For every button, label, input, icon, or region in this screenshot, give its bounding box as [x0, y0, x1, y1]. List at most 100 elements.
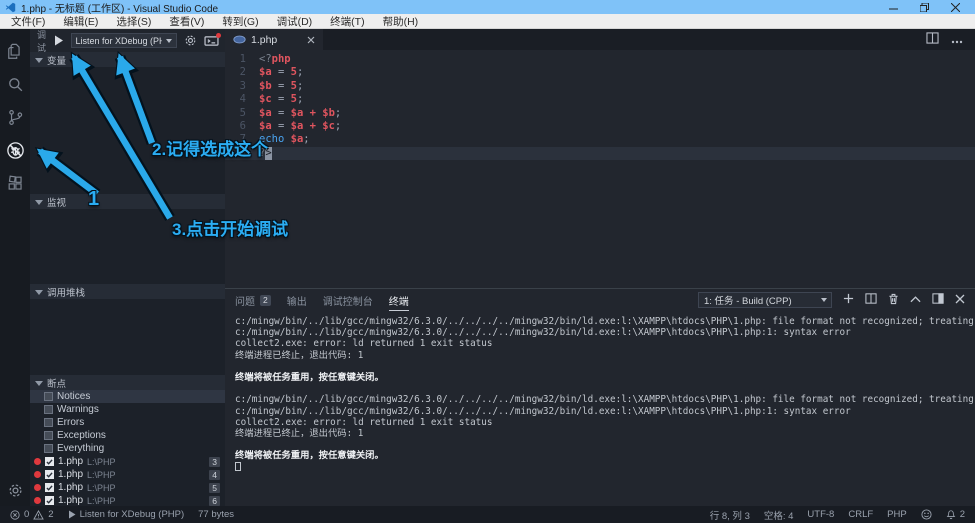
cursor-position-status[interactable]: 行 8, 列 3 [710, 508, 750, 522]
code-token: $a [291, 120, 304, 133]
php-file-icon [233, 35, 246, 44]
breakpoint-file-row[interactable]: 1.phpL:\PHP6 [30, 494, 225, 506]
breakpoint-global-row[interactable]: Exceptions [30, 429, 225, 442]
breakpoint-file-row[interactable]: 1.phpL:\PHP5 [30, 481, 225, 494]
section-breakpoints[interactable]: 断点 [30, 375, 225, 390]
checkbox-checked[interactable] [45, 470, 54, 479]
debug-status-label: Listen for XDebug (PHP) [80, 509, 185, 520]
problems-status[interactable]: 0 2 [10, 509, 54, 520]
code-token: = [272, 80, 291, 93]
panel-tab-输出[interactable]: 输出 [287, 289, 307, 311]
line-number: 5 [225, 107, 259, 120]
section-call-stack[interactable]: 调用堆栈 [30, 284, 225, 299]
terminal-output[interactable]: c:/mingw/bin/../lib/gcc/mingw32/6.3.0/..… [225, 311, 975, 506]
extensions-icon[interactable] [0, 167, 30, 200]
panel-position-icon[interactable] [932, 293, 944, 307]
editor-tab-bar: 1.php [225, 29, 975, 50]
panel-tab-label: 输出 [287, 292, 307, 308]
panel-tab-问题[interactable]: 问题2 [235, 289, 271, 311]
checkbox-checked[interactable] [45, 496, 54, 505]
menu-item[interactable]: 选择(S) [107, 14, 160, 29]
encoding-status[interactable]: UTF-8 [807, 509, 834, 520]
configure-gear-icon[interactable] [184, 34, 197, 47]
checkbox-unchecked[interactable] [44, 418, 53, 427]
menu-item[interactable]: 终端(T) [321, 14, 373, 29]
terminal-line: c:/mingw/bin/../lib/gcc/mingw32/6.3.0/..… [235, 406, 975, 417]
language-status[interactable]: PHP [887, 509, 907, 520]
code-line[interactable]: 4$c = 5; [225, 93, 975, 106]
more-actions-icon[interactable] [951, 31, 963, 49]
code-line[interactable]: 6$a = $a + $c; [225, 120, 975, 133]
checkbox-unchecked[interactable] [44, 431, 53, 440]
manage-gear-icon[interactable] [0, 482, 30, 499]
breakpoint-dot-icon [34, 458, 41, 465]
terminal-dropdown[interactable]: 1: 任务 - Build (CPP) [698, 292, 832, 308]
code-editor[interactable]: 1<?php2$a = 5;3$b = 5;4$c = 5;5$a = $a +… [225, 50, 975, 288]
code-line[interactable]: 2$a = 5; [225, 66, 975, 79]
indentation-status[interactable]: 空格: 4 [764, 508, 794, 522]
code-line[interactable]: 7echo $a; [225, 133, 975, 146]
breakpoint-global-row[interactable]: Warnings [30, 403, 225, 416]
close-panel-icon[interactable] [955, 294, 965, 307]
debug-console-icon[interactable] [204, 35, 219, 47]
code-line[interactable]: 8?> [225, 147, 975, 160]
checkbox-unchecked[interactable] [44, 392, 53, 401]
menu-item[interactable]: 文件(F) [2, 14, 54, 29]
section-variables[interactable]: 变量 [30, 52, 225, 67]
code-token: $c [259, 93, 272, 106]
terminal-line [235, 361, 975, 372]
section-watch[interactable]: 监视 [30, 194, 225, 209]
minimize-button[interactable] [889, 3, 898, 12]
code-line[interactable]: 1<?php [225, 53, 975, 66]
code-line[interactable]: 5$a = $a + $b; [225, 107, 975, 120]
source-control-icon[interactable] [0, 101, 30, 134]
code-line[interactable]: 3$b = 5; [225, 80, 975, 93]
search-icon[interactable] [0, 68, 30, 101]
menu-item[interactable]: 编辑(E) [54, 14, 107, 29]
menu-item[interactable]: 调试(D) [268, 14, 322, 29]
breakpoint-global-row[interactable]: Everything [30, 442, 225, 455]
menu-item[interactable]: 帮助(H) [374, 14, 428, 29]
panel-tab-调试控制台[interactable]: 调试控制台 [323, 289, 373, 311]
start-debug-button[interactable] [54, 35, 64, 46]
breakpoint-file-row[interactable]: 1.phpL:\PHP3 [30, 455, 225, 468]
checkbox-unchecked[interactable] [44, 444, 53, 453]
breakpoint-global-row[interactable]: Notices [30, 390, 225, 403]
breakpoint-file-path: L:\PHP [87, 470, 116, 480]
checkbox-checked[interactable] [45, 457, 54, 466]
checkbox-checked[interactable] [45, 483, 54, 492]
terminal-line: 终端进程已终止，退出代码: 1 [235, 428, 975, 439]
feedback-smiley-icon[interactable] [921, 509, 932, 520]
breakpoint-global-row[interactable]: Errors [30, 416, 225, 429]
tab-1php[interactable]: 1.php [225, 29, 323, 50]
menu-bar: 文件(F)编辑(E)选择(S)查看(V)转到(G)调试(D)终端(T)帮助(H) [0, 14, 975, 29]
restore-button[interactable] [920, 3, 929, 12]
code-token: $b [322, 107, 335, 120]
debug-config-dropdown[interactable]: Listen for XDebug (PHI [71, 33, 177, 48]
explorer-icon[interactable] [0, 35, 30, 68]
debug-icon[interactable] [0, 134, 30, 167]
panel-tab-label: 调试控制台 [323, 292, 373, 308]
code-token: = [272, 107, 291, 120]
code-token: ; [297, 80, 303, 93]
eol-status[interactable]: CRLF [848, 509, 873, 520]
section-label: 监视 [47, 195, 66, 209]
close-tab-icon[interactable] [307, 36, 315, 44]
breakpoint-file-row[interactable]: 1.phpL:\PHP4 [30, 468, 225, 481]
panel-tab-badge: 2 [260, 295, 271, 306]
debug-status[interactable]: Listen for XDebug (PHP) [68, 509, 185, 520]
menu-item[interactable]: 转到(G) [213, 14, 267, 29]
close-button[interactable] [951, 3, 960, 12]
split-editor-icon[interactable] [926, 31, 939, 49]
maximize-panel-icon[interactable] [910, 295, 921, 306]
panel-actions: 1: 任务 - Build (CPP) [698, 292, 965, 308]
notifications-bell[interactable]: 2 [946, 509, 965, 520]
split-terminal-icon[interactable] [865, 293, 877, 307]
menu-item[interactable]: 查看(V) [160, 14, 213, 29]
terminal-line: 终端进程已终止，退出代码: 1 [235, 350, 975, 361]
kill-terminal-icon[interactable] [888, 293, 899, 308]
checkbox-unchecked[interactable] [44, 405, 53, 414]
twistie-icon [35, 200, 43, 205]
panel-tab-终端[interactable]: 终端 [389, 289, 409, 311]
new-terminal-icon[interactable] [843, 293, 854, 307]
